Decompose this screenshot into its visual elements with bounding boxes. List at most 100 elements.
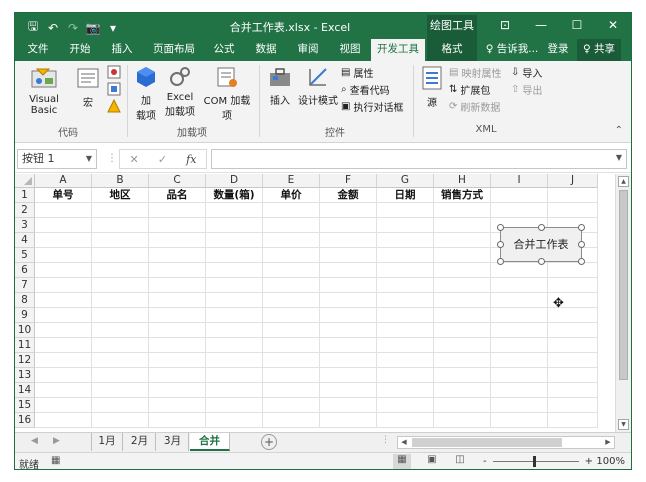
scroll-down-icon[interactable]: ▼ [618,419,629,430]
save-icon[interactable]: 🖫 [25,17,41,38]
tab-formulas[interactable]: 公式 [207,39,241,61]
name-box[interactable]: 按钮 1 ▼ [17,149,97,169]
grid-cell[interactable] [434,248,491,263]
cancel-icon[interactable]: ✕ [130,153,139,166]
sheet-tab-mar[interactable]: 3月 [157,433,189,451]
grid-cell[interactable] [434,338,491,353]
grid-cell[interactable] [491,338,548,353]
grid-cell[interactable] [35,233,92,248]
minimize-button[interactable]: — [523,13,559,39]
grid-cell[interactable] [206,353,263,368]
row-header[interactable]: 10 [15,323,35,338]
grid-cell[interactable] [548,203,598,218]
grid-cell[interactable] [263,218,320,233]
macro-recording-icon[interactable]: ▦ [51,455,60,466]
import-button[interactable]: ⇩ 导入 [511,65,542,80]
zoom-slider[interactable]: - + [483,456,593,467]
grid-cell[interactable] [149,368,206,383]
grid-cell[interactable] [149,383,206,398]
share-button[interactable]: ♀ 共享 [577,39,621,61]
grid-cell[interactable] [377,413,434,428]
grid-cell[interactable] [92,278,149,293]
grid-cell[interactable] [206,278,263,293]
row-header[interactable]: 15 [15,398,35,413]
grid-cell[interactable] [149,323,206,338]
grid-cell[interactable] [320,248,377,263]
resize-handle[interactable] [497,241,504,248]
grid-cell[interactable] [377,218,434,233]
column-header[interactable]: C [149,174,206,188]
grid-cell[interactable] [206,308,263,323]
maximize-button[interactable]: ☐ [559,13,595,39]
grid-cell[interactable] [377,203,434,218]
grid-cell[interactable] [149,353,206,368]
grid-cell[interactable] [548,263,598,278]
grid-cell[interactable] [377,323,434,338]
row-header[interactable]: 13 [15,368,35,383]
grid-cell[interactable] [491,203,548,218]
formula-input[interactable]: ▼ [211,149,627,169]
tab-split-handle[interactable]: ⋮ [381,435,390,445]
next-sheet-icon[interactable]: ▶ [53,436,60,446]
resize-handle[interactable] [538,224,545,231]
resize-handle[interactable] [538,258,545,265]
grid-cell[interactable] [434,233,491,248]
grid-cell[interactable] [206,203,263,218]
grid-cell[interactable] [263,293,320,308]
grid-cell[interactable] [35,218,92,233]
sheet-tab-feb[interactable]: 2月 [124,433,156,451]
column-header[interactable]: A [35,174,92,188]
excel-addins-button[interactable]: Excel 加载项 [163,65,197,118]
enter-icon[interactable]: ✓ [158,153,167,166]
grid-cell[interactable] [35,398,92,413]
tab-view[interactable]: 视图 [333,39,367,61]
row-header[interactable]: 3 [15,218,35,233]
customize-qat-icon[interactable]: ▾ [105,21,121,35]
scroll-up-icon[interactable]: ▲ [618,176,629,187]
grid-cell[interactable] [206,338,263,353]
grid-cell[interactable] [206,398,263,413]
grid-cell[interactable] [149,263,206,278]
grid-cell[interactable] [149,398,206,413]
grid-cell[interactable] [320,368,377,383]
undo-icon[interactable]: ↶ [45,21,61,35]
grid-cell[interactable] [35,263,92,278]
grid-cell[interactable] [377,293,434,308]
grid-cell[interactable] [434,263,491,278]
grid-cell[interactable] [35,368,92,383]
row-header[interactable]: 14 [15,383,35,398]
row-header[interactable]: 2 [15,203,35,218]
page-break-view-icon[interactable]: ◫ [451,454,469,469]
grid-cell[interactable] [263,278,320,293]
row-header[interactable]: 7 [15,278,35,293]
grid-cell[interactable] [491,188,548,203]
zoom-percent[interactable]: 100% [596,456,625,467]
column-header[interactable]: J [548,174,598,188]
tab-review[interactable]: 审阅 [291,39,325,61]
map-properties-button[interactable]: ▤ 映射属性 [449,65,501,80]
grid-cell[interactable] [263,353,320,368]
grid-cell[interactable] [320,338,377,353]
zoom-in-button[interactable]: + [585,456,593,467]
column-header[interactable]: F [320,174,377,188]
grid-cell[interactable] [548,323,598,338]
grid-cell[interactable] [434,368,491,383]
column-header[interactable]: H [434,174,491,188]
grid-cell[interactable]: 金额 [320,188,377,203]
grid-cell[interactable] [35,308,92,323]
grid-cell[interactable] [320,308,377,323]
grid-cell[interactable]: 日期 [377,188,434,203]
grid-cell[interactable] [320,413,377,428]
grid-cell[interactable] [377,383,434,398]
zoom-track[interactable] [492,456,579,467]
grid-cell[interactable] [92,308,149,323]
grid-cell[interactable] [434,413,491,428]
grid-cell[interactable] [35,353,92,368]
visual-basic-button[interactable]: Visual Basic [17,65,71,116]
tab-page-layout[interactable]: 页面布局 [147,39,201,61]
tell-me-search[interactable]: ♀ 告诉我... [481,39,543,61]
grid-cell[interactable] [92,218,149,233]
grid-cell[interactable] [35,293,92,308]
resize-handle[interactable] [578,241,585,248]
grid-cell[interactable] [206,368,263,383]
